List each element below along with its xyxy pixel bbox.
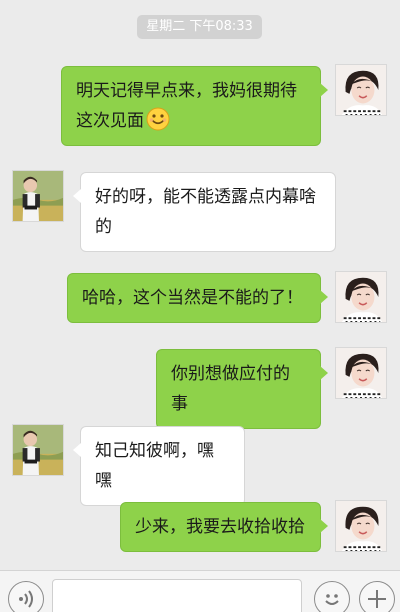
message-text-line: 好的呀，能不能透露点内幕啥 bbox=[95, 187, 316, 207]
message-text-line: 这次见面 bbox=[76, 106, 306, 136]
message-bubble-outgoing[interactable]: 少来，我要去收拾收拾 bbox=[120, 502, 328, 552]
message-text-line: 你别想做应付的事 bbox=[171, 364, 290, 414]
message-text-line: 的 bbox=[95, 217, 112, 237]
avatar[interactable] bbox=[335, 271, 387, 323]
message-bubble-outgoing[interactable]: 明天记得早点来，我妈很期待 这次见面 bbox=[61, 66, 328, 146]
message-text-line: 明天记得早点来，我妈很期待 bbox=[76, 81, 297, 101]
message-input[interactable] bbox=[52, 579, 302, 612]
message-bubble-incoming[interactable]: 好的呀，能不能透露点内幕啥 的 bbox=[73, 172, 336, 252]
smiley-icon bbox=[146, 107, 170, 131]
emoji-button[interactable] bbox=[314, 581, 350, 612]
message-text-line: 知己知彼啊，嘿嘿 bbox=[95, 441, 214, 491]
avatar[interactable] bbox=[335, 347, 387, 399]
message-bubble-outgoing[interactable]: 你别想做应付的事 bbox=[156, 349, 328, 429]
plus-button[interactable] bbox=[359, 581, 395, 612]
timestamp-badge: 星期二 下午08:33 bbox=[137, 15, 262, 39]
chat-input-bar bbox=[0, 570, 400, 612]
message-bubble-outgoing[interactable]: 哈哈，这个当然是不能的了！ bbox=[67, 273, 328, 323]
message-bubble-incoming[interactable]: 知己知彼啊，嘿嘿 bbox=[73, 426, 245, 506]
avatar[interactable] bbox=[335, 64, 387, 116]
avatar[interactable] bbox=[12, 424, 64, 476]
voice-icon bbox=[18, 589, 33, 608]
plus-icon bbox=[367, 589, 386, 608]
message-text-line: 哈哈，这个当然是不能的了！ bbox=[82, 288, 303, 308]
avatar[interactable] bbox=[335, 500, 387, 552]
message-text-line: 少来，我要去收拾收拾 bbox=[135, 517, 305, 537]
avatar[interactable] bbox=[12, 170, 64, 222]
voice-button[interactable] bbox=[8, 581, 44, 612]
emoji-icon bbox=[324, 593, 339, 605]
